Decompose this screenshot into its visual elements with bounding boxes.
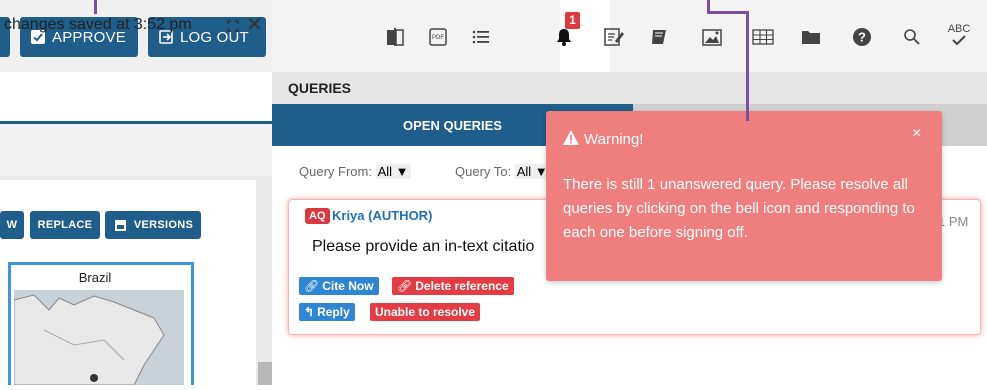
delete-reference-label: Delete reference (415, 279, 509, 293)
query-from-filter[interactable]: Query From: All ▼ (299, 164, 411, 179)
annotation-connector (707, 11, 749, 14)
delete-reference-button[interactable]: 🔗︎ Delete reference (392, 277, 514, 295)
editor-header-strip (0, 124, 272, 176)
pdf-icon-text: PDF (432, 35, 444, 41)
spellcheck-text: ABC (947, 23, 971, 35)
book-icon[interactable] (648, 26, 670, 48)
save-status-text: changes saved at 3:52 pm (4, 16, 192, 33)
figure-title: Brazil (78, 270, 112, 285)
reply-button[interactable]: ↰ Reply (299, 303, 355, 321)
bell-badge: 1 (565, 12, 580, 29)
annotation-connector (746, 11, 749, 121)
bell-icon[interactable] (553, 26, 575, 48)
query-from-select[interactable]: All ▼ (375, 164, 411, 179)
spellcheck-icon[interactable]: ABC (948, 20, 970, 50)
queries-header (272, 72, 987, 104)
folder-icon[interactable] (800, 26, 822, 48)
close-icon[interactable]: × (912, 125, 921, 143)
edit-icon[interactable] (603, 26, 625, 48)
expand-icon[interactable] (227, 19, 239, 32)
reply-icon: ↰ (304, 305, 315, 319)
unable-to-resolve-button[interactable]: Unable to resolve (370, 303, 481, 321)
queries-title: QUERIES (288, 80, 352, 96)
link-icon: 🔗︎ (397, 279, 413, 293)
versions-button[interactable]: VERSIONS (105, 211, 201, 239)
versions-label: VERSIONS (133, 219, 194, 231)
help-icon[interactable]: ? (851, 26, 873, 48)
split-view-icon[interactable] (384, 26, 406, 48)
warning-message: There is still 1 unanswered query. Pleas… (563, 176, 915, 241)
svg-text:?: ? (858, 30, 866, 45)
warning-icon (562, 129, 580, 146)
right-toolbar (272, 0, 987, 72)
pdf-icon[interactable]: PDF (427, 26, 449, 48)
list-icon[interactable] (470, 26, 492, 48)
map-image (13, 290, 184, 386)
author-query-badge: AQ (305, 208, 330, 224)
query-to-label: Query To: (455, 164, 512, 179)
warning-title: Warning! (584, 131, 644, 148)
close-panel-icon[interactable]: ✕ (246, 15, 263, 35)
search-icon[interactable] (901, 26, 923, 48)
cite-now-button[interactable]: 🔗︎ Cite Now (299, 277, 379, 295)
scrollbar-thumb[interactable] (258, 362, 272, 385)
query-to-filter[interactable]: Query To: All ▼ (455, 164, 550, 179)
annotation-connector (94, 0, 97, 14)
query-time: 1 PM (938, 214, 969, 229)
versions-icon (113, 217, 129, 233)
image-button-partial[interactable]: W (0, 211, 24, 239)
link-icon: 🔗︎ (304, 279, 320, 293)
query-to-select[interactable]: All ▼ (514, 164, 550, 179)
reply-label: Reply (317, 305, 350, 319)
replace-image-button[interactable]: REPLACE (30, 211, 100, 239)
query-from-label: Query From: (299, 164, 372, 179)
table-icon[interactable] (752, 26, 774, 48)
query-text: Please provide an in-text citatio (312, 238, 535, 255)
query-author: Kriya (AUTHOR) (332, 208, 433, 223)
cite-now-label: Cite Now (322, 279, 374, 293)
image-icon[interactable] (701, 26, 723, 48)
status-bar (0, 72, 272, 124)
